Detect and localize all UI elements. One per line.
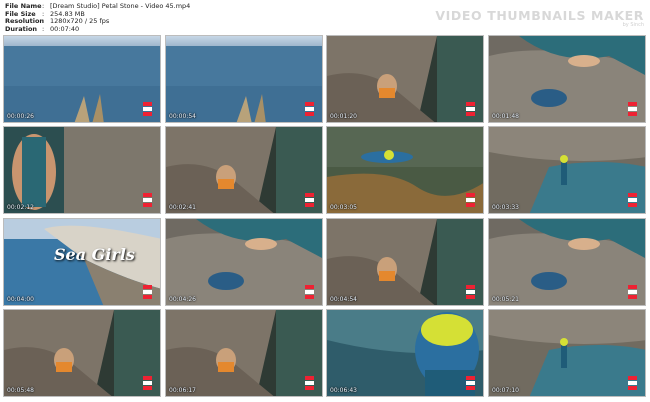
channel-logo-icon <box>628 102 637 116</box>
thumbnail-timestamp: 00:03:33 <box>492 204 519 211</box>
thumbnail[interactable]: 00:02:41 <box>165 126 323 214</box>
channel-logo-icon <box>628 285 637 299</box>
thumbnail-timestamp: 00:02:41 <box>169 204 196 211</box>
thumbnail[interactable]: 00:06:17 <box>165 309 323 397</box>
thumbnail[interactable]: 00:03:05 <box>326 126 484 214</box>
thumbnail-timestamp: 00:07:10 <box>492 387 519 394</box>
thumbnail-image <box>4 36 160 122</box>
thumbnail-timestamp: 00:04:00 <box>7 296 34 303</box>
thumbnail[interactable]: 00:00:54 <box>165 35 323 123</box>
thumbnail-image <box>166 310 322 396</box>
thumbnail-timestamp: 00:05:21 <box>492 296 519 303</box>
thumbnail[interactable]: 00:05:48 <box>3 309 161 397</box>
channel-logo-icon <box>628 193 637 207</box>
channel-logo-icon <box>143 193 152 207</box>
overlay-title: Sea Girls <box>54 245 135 264</box>
thumbnail[interactable]: 00:00:26 <box>3 35 161 123</box>
thumbnail[interactable]: 00:03:33 <box>488 126 646 214</box>
thumbnail-image <box>489 127 645 213</box>
thumbnail-image <box>4 127 160 213</box>
thumbnail-image <box>489 310 645 396</box>
thumbnail-image <box>166 219 322 305</box>
thumbnail-timestamp: 00:01:48 <box>492 113 519 120</box>
thumbnail-image <box>327 310 483 396</box>
thumbnail-timestamp: 00:05:48 <box>7 387 34 394</box>
thumbnail-image <box>327 127 483 213</box>
channel-logo-icon <box>466 193 475 207</box>
channel-logo-icon <box>305 193 314 207</box>
thumbnail[interactable]: 00:04:26 <box>165 218 323 306</box>
thumbnail-timestamp: 00:04:26 <box>169 296 196 303</box>
channel-logo-icon <box>143 102 152 116</box>
thumbnail-timestamp: 00:03:05 <box>330 204 357 211</box>
thumbnail-image <box>327 36 483 122</box>
thumbnail-timestamp: 00:06:43 <box>330 387 357 394</box>
thumbnail-image <box>4 310 160 396</box>
thumbnail-image <box>327 219 483 305</box>
thumbnail-image <box>166 127 322 213</box>
thumbnail[interactable]: 00:01:48 <box>488 35 646 123</box>
channel-logo-icon <box>305 285 314 299</box>
thumbnail-image <box>489 219 645 305</box>
thumbnail-grid: 00:00:26 00:00:54 00:01:20 00:01:48 00:02:12… <box>0 0 650 402</box>
thumbnail[interactable]: 00:02:12 <box>3 126 161 214</box>
thumbnail[interactable]: Sea Girls 00:04:00 <box>3 218 161 306</box>
thumbnail-timestamp: 00:06:17 <box>169 387 196 394</box>
thumbnail-timestamp: 00:00:54 <box>169 113 196 120</box>
channel-logo-icon <box>305 102 314 116</box>
thumbnail-image <box>489 36 645 122</box>
thumbnail-timestamp: 00:00:26 <box>7 113 34 120</box>
channel-logo-icon <box>305 376 314 390</box>
thumbnail[interactable]: 00:07:10 <box>488 309 646 397</box>
thumbnail[interactable]: 00:05:21 <box>488 218 646 306</box>
channel-logo-icon <box>143 285 152 299</box>
thumbnail-timestamp: 00:04:54 <box>330 296 357 303</box>
channel-logo-icon <box>466 102 475 116</box>
thumbnail-timestamp: 00:01:20 <box>330 113 357 120</box>
thumbnail-timestamp: 00:02:12 <box>7 204 34 211</box>
thumbnail[interactable]: 00:01:20 <box>326 35 484 123</box>
thumbnail-image <box>166 36 322 122</box>
thumbnail[interactable]: 00:06:43 <box>326 309 484 397</box>
channel-logo-icon <box>143 376 152 390</box>
channel-logo-icon <box>466 285 475 299</box>
channel-logo-icon <box>628 376 637 390</box>
channel-logo-icon <box>466 376 475 390</box>
thumbnail[interactable]: 00:04:54 <box>326 218 484 306</box>
